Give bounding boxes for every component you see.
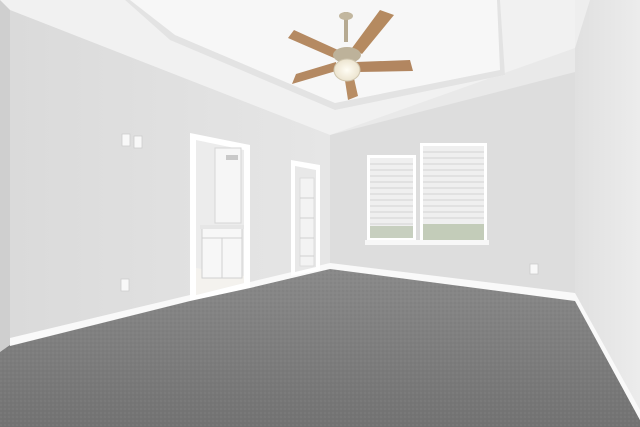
fan-light-icon [333,58,361,82]
bathroom-doorway [190,133,250,301]
closet-shelving [299,177,315,267]
bathroom-countertop [200,225,244,229]
window-sill [365,240,489,245]
bedroom-photo [0,0,640,427]
fan-blade-2 [356,60,413,72]
vanity-light [226,155,238,160]
light-switch-2 [133,135,143,149]
window-left [367,155,416,241]
light-switch-1 [121,133,131,147]
wall-outlet-left [120,278,130,292]
left-corner-wall [0,0,10,352]
wall-outlet-back [529,263,539,275]
closet-doorway [291,160,320,276]
window-right [420,143,487,243]
